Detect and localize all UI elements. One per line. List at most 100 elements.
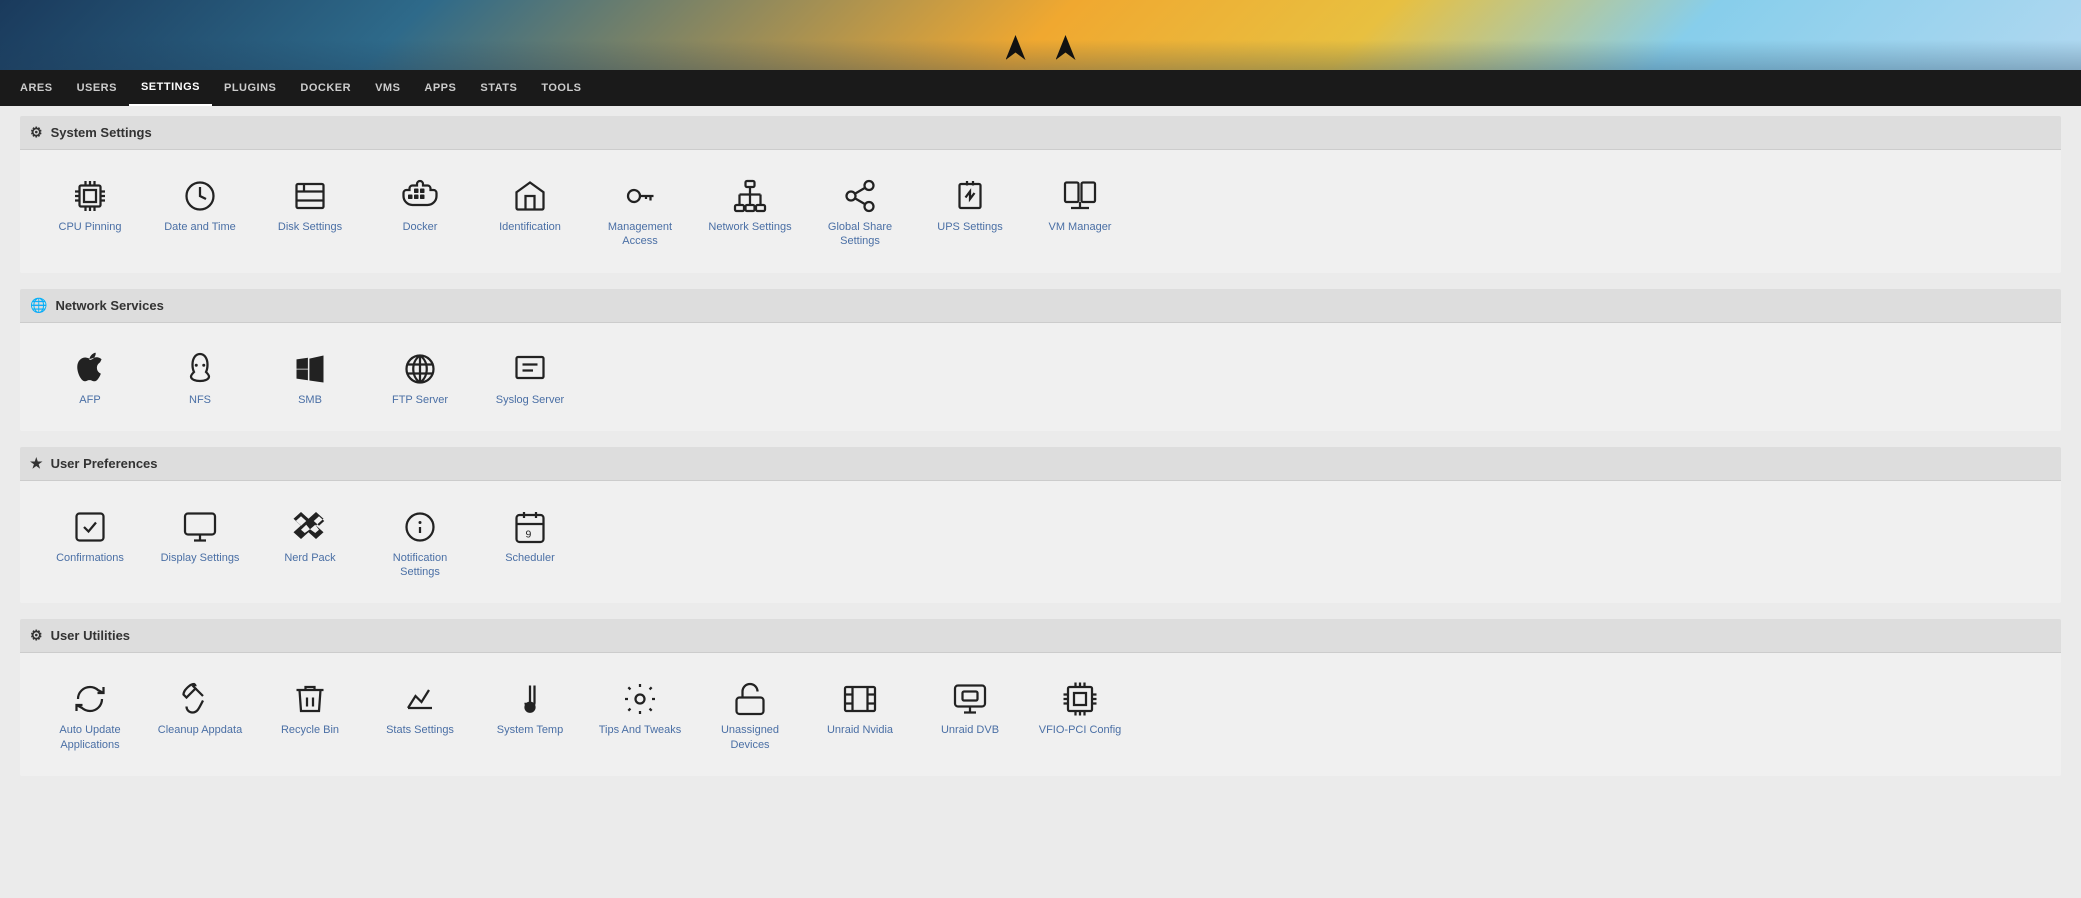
item-label-unraid-nvidia: Unraid Nvidia (827, 723, 893, 737)
item-label-nfs: NFS (189, 393, 211, 407)
section-user-utilities: ⚙ User Utilities Auto Update Applications C… (20, 619, 2061, 776)
section-title-user-utilities: User Utilities (51, 628, 130, 643)
main-content: ⚙ System Settings CPU Pinning Date and Time… (0, 106, 2081, 898)
item-confirmations[interactable]: Confirmations (40, 501, 140, 588)
item-disk-settings[interactable]: Disk Settings (260, 170, 360, 257)
section-icon-user-preferences: ★ (30, 455, 43, 472)
section-header-system-settings: ⚙ System Settings (20, 116, 2061, 150)
main-nav: ARESUSERSSETTINGSPLUGINSDOCKERVMSAPPSSTA… (0, 70, 2081, 106)
nav-item-users[interactable]: USERS (65, 70, 129, 106)
item-cpu-pinning[interactable]: CPU Pinning (40, 170, 140, 257)
network-icon (732, 178, 768, 214)
item-nfs[interactable]: NFS (150, 343, 250, 415)
item-label-date-and-time: Date and Time (164, 220, 236, 234)
section-icon-network-services: 🌐 (30, 297, 47, 314)
item-label-nerd-pack: Nerd Pack (284, 551, 335, 565)
item-label-cpu-pinning: CPU Pinning (59, 220, 122, 234)
nav-item-tools[interactable]: TOOLS (529, 70, 593, 106)
section-body-network-services: AFP NFS SMB FTP ServerSyslog Server (20, 323, 2061, 431)
trash-icon (292, 681, 328, 717)
item-label-notification-settings: Notification Settings (374, 551, 466, 580)
item-stats-settings[interactable]: Stats Settings (370, 673, 470, 760)
item-vfio-pci-config[interactable]: VFIO-PCI Config (1030, 673, 1130, 760)
item-label-auto-update-applications: Auto Update Applications (44, 723, 136, 752)
section-title-user-preferences: User Preferences (51, 456, 158, 471)
item-label-confirmations: Confirmations (56, 551, 124, 565)
nav-item-vms[interactable]: VMS (363, 70, 412, 106)
item-label-unraid-dvb: Unraid DVB (941, 723, 999, 737)
item-label-cleanup-appdata: Cleanup Appdata (158, 723, 242, 737)
item-label-ups-settings: UPS Settings (937, 220, 1002, 234)
item-smb[interactable]: SMB (260, 343, 360, 415)
section-header-user-preferences: ★ User Preferences (20, 447, 2061, 481)
item-date-and-time[interactable]: Date and Time (150, 170, 250, 257)
film-icon (842, 681, 878, 717)
bird-2 (1056, 35, 1076, 60)
item-label-management-access: Management Access (594, 220, 686, 249)
ftp-icon (402, 351, 438, 387)
item-afp[interactable]: AFP (40, 343, 140, 415)
nav-item-settings[interactable]: SETTINGS (129, 70, 212, 106)
item-notification-settings[interactable]: Notification Settings (370, 501, 470, 588)
section-system-settings: ⚙ System Settings CPU Pinning Date and Time… (20, 116, 2061, 273)
item-auto-update-applications[interactable]: Auto Update Applications (40, 673, 140, 760)
item-unassigned-devices[interactable]: Unassigned Devices (700, 673, 800, 760)
temp-icon (512, 681, 548, 717)
display-icon (182, 509, 218, 545)
share-icon (842, 178, 878, 214)
stats-icon (402, 681, 438, 717)
item-ftp-server[interactable]: FTP Server (370, 343, 470, 415)
nav-item-docker[interactable]: DOCKER (288, 70, 363, 106)
apple-icon (72, 351, 108, 387)
item-label-system-temp: System Temp (497, 723, 563, 737)
item-unraid-nvidia[interactable]: Unraid Nvidia (810, 673, 910, 760)
nav-item-apps[interactable]: APPS (412, 70, 468, 106)
item-unraid-dvb[interactable]: Unraid DVB (920, 673, 1020, 760)
item-label-network-settings: Network Settings (708, 220, 791, 234)
section-network-services: 🌐 Network Services AFP NFS SMB FTP ServerSysl… (20, 289, 2061, 431)
item-syslog-server[interactable]: Syslog Server (480, 343, 580, 415)
item-recycle-bin[interactable]: Recycle Bin (260, 673, 360, 760)
nav-item-stats[interactable]: STATS (468, 70, 529, 106)
item-ups-settings[interactable]: UPS Settings (920, 170, 1020, 257)
dropbox-icon (292, 509, 328, 545)
item-label-smb: SMB (298, 393, 322, 407)
monitor-icon (952, 681, 988, 717)
section-title-system-settings: System Settings (51, 125, 152, 140)
item-display-settings[interactable]: Display Settings (150, 501, 250, 588)
section-body-system-settings: CPU Pinning Date and Time Disk Settings Doc… (20, 150, 2061, 273)
item-label-disk-settings: Disk Settings (278, 220, 342, 234)
docker-icon (402, 178, 438, 214)
item-label-afp: AFP (79, 393, 100, 407)
section-icon-user-utilities: ⚙ (30, 627, 43, 644)
item-management-access[interactable]: Management Access (590, 170, 690, 257)
item-cleanup-appdata[interactable]: Cleanup Appdata (150, 673, 250, 760)
section-icon-system-settings: ⚙ (30, 124, 43, 141)
item-label-identification: Identification (499, 220, 561, 234)
item-network-settings[interactable]: Network Settings (700, 170, 800, 257)
item-system-temp[interactable]: System Temp (480, 673, 580, 760)
item-nerd-pack[interactable]: Nerd Pack (260, 501, 360, 588)
hero-banner (0, 0, 2081, 70)
item-global-share-settings[interactable]: Global Share Settings (810, 170, 910, 257)
item-identification[interactable]: Identification (480, 170, 580, 257)
info-icon (402, 509, 438, 545)
item-docker[interactable]: Docker (370, 170, 470, 257)
section-header-network-services: 🌐 Network Services (20, 289, 2061, 323)
item-tips-and-tweaks[interactable]: Tips And Tweaks (590, 673, 690, 760)
nav-item-ares[interactable]: ARES (8, 70, 65, 106)
syslog-icon (512, 351, 548, 387)
nav-item-plugins[interactable]: PLUGINS (212, 70, 288, 106)
item-label-vfio-pci-config: VFIO-PCI Config (1039, 723, 1122, 737)
svg-text:9: 9 (526, 528, 532, 540)
item-scheduler[interactable]: 9 Scheduler (480, 501, 580, 588)
key-icon (622, 178, 658, 214)
clock-icon (182, 178, 218, 214)
item-label-display-settings: Display Settings (161, 551, 240, 565)
brush-icon (182, 681, 218, 717)
section-title-network-services: Network Services (55, 298, 163, 313)
item-vm-manager[interactable]: VM Manager (1030, 170, 1130, 257)
home-icon (512, 178, 548, 214)
calendar-icon: 9 (512, 509, 548, 545)
item-label-scheduler: Scheduler (505, 551, 555, 565)
